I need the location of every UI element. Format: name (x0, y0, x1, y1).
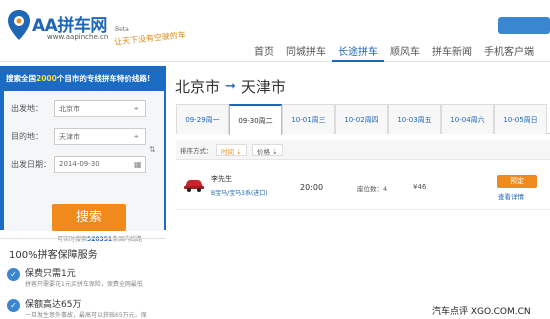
from-row: 出发地： 北京市 ⌖ (4, 99, 164, 119)
nav-mobile-client[interactable]: 手机客户端 (478, 40, 540, 62)
sort-bar: 排序方式： 时间 ⇣ 价格 ⇣ (176, 140, 550, 160)
guarantee-item-sub: 一旦发生意外事故，最高可以获赔65万元，保 (25, 312, 147, 319)
site-header: AA拼车网 Beta www.aapinche.cn 让天下没有空驶的车 首页 … (0, 0, 550, 62)
seat-count: 座位数：4 (357, 185, 388, 193)
sort-by-price-button[interactable]: 价格 ⇣ (252, 144, 283, 156)
driver-name: 李先生 (211, 175, 232, 183)
route-from: 北京市 (175, 78, 221, 96)
beta-tag: Beta (115, 26, 129, 33)
page: AA拼车网 Beta www.aapinche.cn 让天下没有空驶的车 首页 … (0, 0, 550, 319)
location-pin-icon: ⌖ (134, 104, 139, 113)
date-tab[interactable]: 09-29周一 (176, 104, 229, 134)
sort-label: 排序方式： (180, 147, 213, 155)
search-panel-title: 搜索全国2000个目市的专线拼车特价线路! (6, 74, 151, 83)
car-icon (184, 180, 204, 192)
guarantee-item-head: 保额高达65万 (25, 300, 82, 310)
check-icon: ✓ (7, 268, 20, 281)
date-tabs: 09-29周一 09-30周二 10-01周三 10-02周四 10-03周五 … (176, 104, 550, 135)
vehicle-model[interactable]: B宝马/宝马3系(进口) (211, 188, 268, 197)
departure-time: 20:00 (300, 183, 324, 192)
date-tab[interactable]: 10-02周四 (335, 104, 388, 134)
nav-long-distance[interactable]: 长途拼车 (332, 40, 384, 62)
from-input[interactable]: 北京市 ⌖ (54, 100, 146, 117)
price: ¥46 (413, 183, 427, 191)
route-heading: 北京市 ➞ 天津市 (175, 76, 286, 97)
date-tab-active[interactable]: 09-30周二 (229, 104, 282, 135)
view-details-link[interactable]: 查看详情 (498, 191, 524, 201)
guarantee-item-head: 保费只需1元 (25, 269, 76, 279)
location-pin-logo-icon (8, 10, 30, 40)
date-input[interactable]: 2014-09-30 ▦ (54, 156, 146, 173)
main-nav: 首页 同城拼车 长途拼车 顺风车 拼车新闻 手机客户端 (248, 40, 540, 62)
guarantee-title: 100%拼客保障服务 (9, 250, 98, 261)
arrow-right-icon: ➞ (225, 79, 236, 94)
nav-news[interactable]: 拼车新闻 (426, 40, 478, 62)
date-tab[interactable]: 10-04周六 (441, 104, 494, 134)
guarantee-item-sub: 拼客只需要花1元买拼车保险，保费全网最低 (25, 281, 143, 288)
site-url: www.aapinche.cn (47, 33, 109, 41)
guarantee-item: ✓ 保额高达65万 一旦发生意外事故，最高可以获赔65万元，保 (0, 295, 166, 319)
calendar-icon: ▦ (134, 160, 142, 169)
watermark: 汽车点评 XGO.COM.CN (432, 307, 531, 317)
date-label: 出发日期： (11, 160, 51, 169)
from-label: 出发地： (11, 104, 43, 113)
to-label: 目的地： (11, 132, 43, 141)
date-tab[interactable]: 10-01周三 (282, 104, 335, 134)
location-pin-icon: ⌖ (134, 132, 139, 141)
sort-by-time-button[interactable]: 时间 ⇣ (216, 144, 247, 156)
search-button[interactable]: 搜索 (52, 204, 126, 231)
date-tab[interactable]: 10-05周日 (494, 104, 547, 134)
to-input[interactable]: 天津市 ⌖ (54, 128, 146, 145)
date-row: 出发日期： 2014-09-30 ▦ (4, 155, 164, 175)
guarantee-panel: 100%拼客保障服务 ✓ 保费只需1元 拼客只需要花1元买拼车保险，保费全网最低… (0, 238, 166, 319)
header-action-button[interactable] (498, 17, 550, 34)
book-button[interactable]: 预定 (497, 175, 537, 188)
search-form: 出发地： 北京市 ⌖ ⇅ 目的地： 天津市 ⌖ 出发日期： 2014-09-30 ▦ … (4, 91, 164, 243)
nav-home[interactable]: 首页 (248, 40, 280, 62)
listing-row: 李先生 B宝马/宝马3系(进口) 20:00 座位数：4 ¥46 预定 查看详情 (176, 166, 550, 210)
nav-ride-share[interactable]: 顺风车 (384, 40, 426, 62)
to-row: 目的地： 天津市 ⌖ (4, 127, 164, 147)
guarantee-item: ✓ 保费只需1元 拼客只需要花1元买拼车保险，保费全网最低 (0, 264, 166, 296)
nav-city-carpool[interactable]: 同城拼车 (280, 40, 332, 62)
route-to: 天津市 (240, 78, 286, 96)
check-icon: ✓ (7, 299, 20, 312)
date-tab[interactable]: 10-03周五 (388, 104, 441, 134)
search-panel: 搜索全国2000个目市的专线拼车特价线路! 出发地： 北京市 ⌖ ⇅ 目的地： 天… (0, 66, 166, 243)
